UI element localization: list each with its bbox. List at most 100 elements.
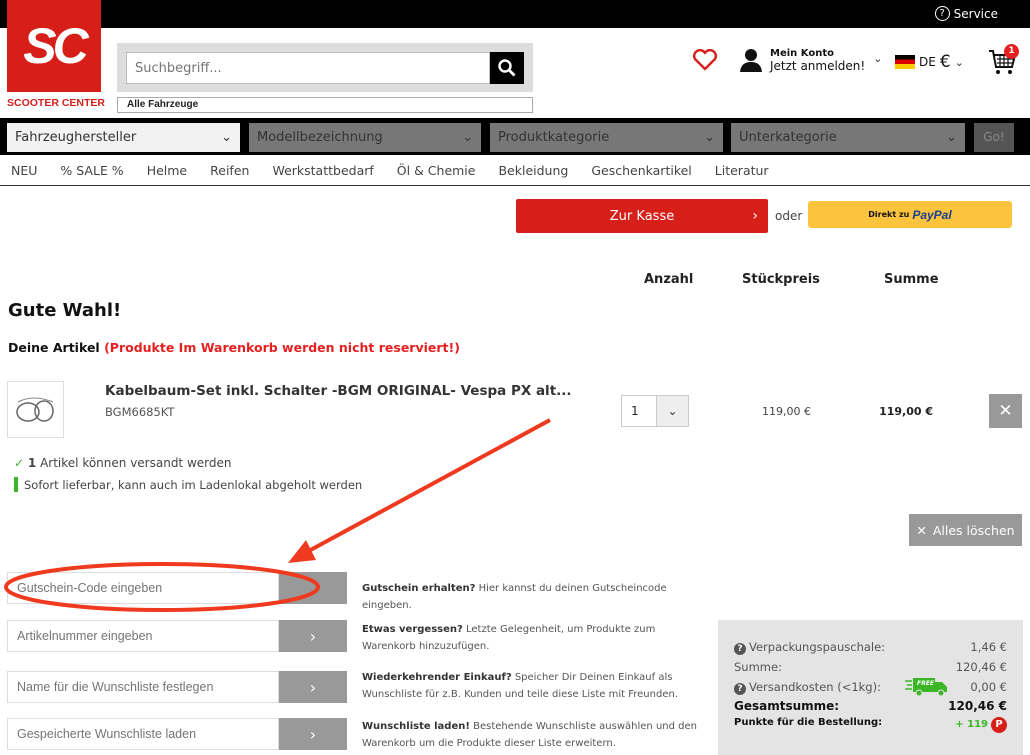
nav-item[interactable]: Literatur (715, 163, 769, 178)
help-icon[interactable]: ? (734, 643, 746, 655)
desc-bold: Etwas vergessen? (362, 624, 463, 635)
nav-item[interactable]: Reifen (210, 163, 249, 178)
column-unit-price: Stückpreis (742, 272, 820, 287)
germany-flag-icon (895, 55, 915, 69)
login-link[interactable]: Jetzt anmelden! (770, 59, 865, 73)
subcategory-select[interactable]: Unterkategorie ⌄ (731, 123, 965, 152)
chevron-down-icon: ⌄ (704, 130, 715, 145)
logo-text: SCOOTER CENTER (7, 97, 106, 109)
value: 120,46 € (948, 699, 1007, 713)
cart-button[interactable]: 1 (988, 44, 1019, 79)
account-menu[interactable]: Mein Konto Jetzt anmelden! ⌄ (740, 48, 882, 73)
quantity-select[interactable]: 1 ⌄ (621, 395, 689, 427)
logo[interactable]: SC (7, 0, 101, 92)
add-article-button[interactable]: › (279, 620, 347, 652)
select-label: Modellbezeichnung (257, 130, 383, 145)
voucher-description: Gutschein erhalten? Hier kannst du deine… (362, 580, 702, 614)
clear-all-button[interactable]: ✕ Alles löschen (909, 514, 1022, 546)
free-shipping-truck-icon: FREE (905, 675, 949, 697)
voucher-submit-button[interactable] (279, 572, 347, 604)
label: Versandkosten (<1kg): (749, 680, 881, 694)
chevron-down-icon: ⌄ (873, 52, 883, 65)
product-sku: BGM6685KT (105, 405, 175, 419)
label: Summe: (734, 660, 782, 674)
help-icon: ? (934, 6, 950, 21)
nav-item[interactable]: Werkstattbedarf (272, 163, 373, 178)
quantity-value: 1 (631, 404, 639, 418)
load-wishlist-input[interactable] (7, 718, 279, 750)
nav-item[interactable]: NEU (11, 163, 37, 178)
paypal-button[interactable]: Direkt zu PayPal (808, 201, 1012, 228)
search-input[interactable] (126, 52, 490, 84)
shipping-count: 1 (27, 456, 37, 470)
remove-item-button[interactable]: ✕ (989, 394, 1022, 428)
chevron-right-icon: › (309, 626, 317, 646)
article-number-input[interactable] (7, 620, 279, 652)
points-icon: P (991, 717, 1007, 733)
checkout-button[interactable]: Zur Kasse › (516, 199, 768, 233)
subtotal-row: Summe: 120,46 € (734, 660, 1007, 674)
annotation-arrow-head (288, 540, 316, 563)
shipping-text: Artikel können versandt werden (40, 456, 232, 470)
product-thumbnail[interactable] (7, 381, 64, 438)
shipping-row: ? Versandkosten (<1kg): 0,00 € (734, 680, 1007, 695)
desc-bold: Wiederkehrender Einkauf? (362, 672, 512, 683)
nav-item[interactable]: Geschenkartikel (591, 163, 691, 178)
voucher-input[interactable] (7, 572, 279, 604)
nav-item[interactable]: % SALE % (60, 163, 123, 178)
service-link[interactable]: ? Service (934, 6, 998, 21)
product-title-link[interactable]: Kabelbaum-Set inkl. Schalter -BGM ORIGIN… (105, 383, 572, 399)
load-wishlist-button[interactable]: › (279, 718, 347, 750)
manufacturer-select[interactable]: Fahrzeughersteller ⌄ (7, 123, 240, 152)
help-icon[interactable]: ? (734, 683, 746, 695)
articles-heading: Deine Artikel (Produkte Im Warenkorb wer… (8, 340, 460, 355)
chevron-right-icon: › (309, 724, 317, 744)
currency-label: € (939, 52, 951, 72)
order-summary: ? Verpackungspauschale: 1,46 € Summe: 120,4… (718, 620, 1023, 755)
reservation-notice: (Produkte Im Warenkorb werden nicht rese… (104, 340, 460, 355)
chevron-down-icon: ⌄ (954, 55, 964, 69)
locale-selector[interactable]: DE € ⌄ (895, 52, 964, 72)
desc-bold: Gutschein erhalten? (362, 583, 476, 594)
chevron-down-icon: ⌄ (946, 130, 957, 145)
model-select[interactable]: Modellbezeichnung ⌄ (249, 123, 481, 152)
free-badge: FREE (917, 680, 934, 687)
search-button[interactable] (490, 52, 524, 84)
account-label: Mein Konto (770, 48, 834, 59)
shipping-status: ✓ 1 Artikel können versandt werden (14, 456, 231, 470)
chevron-down-icon: ⌄ (462, 130, 473, 145)
go-button[interactable]: Go! (974, 123, 1014, 152)
nav-item[interactable]: Helme (147, 163, 187, 178)
value: 0,00 € (970, 680, 1007, 694)
nav-item[interactable]: Öl & Chemie (397, 163, 476, 178)
line-sum: 119,00 € (879, 405, 933, 418)
select-label: Unterkategorie (739, 130, 837, 145)
vehicle-selector[interactable]: Alle Fahrzeuge (117, 97, 533, 113)
column-sum: Summe (884, 272, 939, 287)
top-bar (0, 0, 1030, 28)
search-icon (498, 59, 516, 77)
select-label: Produktkategorie (498, 130, 610, 145)
points-row: Punkte für die Bestellung: + 119 P (734, 717, 1007, 733)
language-label: DE (919, 55, 936, 69)
wiring-harness-image (16, 397, 54, 422)
availability-text: Sofort lieferbar, kann auch im Ladenloka… (24, 477, 363, 492)
wishlist-heart-icon[interactable] (692, 49, 718, 71)
value: 1,46 € (970, 640, 1007, 654)
availability-indicator (14, 477, 18, 492)
total-row: Gesamtsumme: 120,46 € (734, 699, 1007, 713)
chevron-right-icon: › (752, 208, 758, 224)
paypal-prefix: Direkt zu (868, 210, 910, 219)
category-select[interactable]: Produktkategorie ⌄ (490, 123, 723, 152)
nav-item[interactable]: Bekleidung (498, 163, 568, 178)
or-label: oder (775, 209, 803, 223)
value: 120,46 € (955, 660, 1007, 674)
clear-all-label: Alles löschen (932, 522, 1015, 538)
wishlist-name-input[interactable] (7, 671, 279, 703)
label: Punkte für die Bestellung: (734, 717, 883, 728)
chevron-down-icon: ⌄ (221, 130, 232, 145)
save-wishlist-button[interactable]: › (279, 671, 347, 703)
service-label: Service (953, 6, 998, 21)
checkout-label: Zur Kasse (609, 208, 675, 224)
desc-bold: Wunschliste laden! (362, 721, 470, 732)
